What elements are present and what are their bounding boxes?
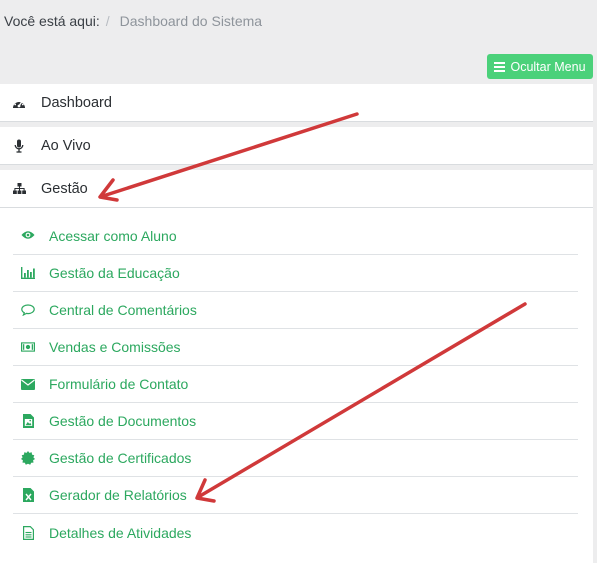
- submenu-item-label: Gestão de Certificados: [49, 450, 192, 466]
- submenu-item-gestao-de-certificados[interactable]: Gestão de Certificados: [13, 440, 578, 477]
- menu-item-dashboard[interactable]: Dashboard: [0, 84, 593, 122]
- money-icon: [21, 340, 35, 354]
- submenu-item-label: Formulário de Contato: [49, 376, 189, 392]
- submenu-item-vendas-e-comissoes[interactable]: Vendas e Comissões: [13, 329, 578, 366]
- hide-menu-button[interactable]: Ocultar Menu: [487, 54, 593, 79]
- submenu-item-gestao-da-educacao[interactable]: Gestão da Educação: [13, 255, 578, 292]
- submenu-item-formulario-de-contato[interactable]: Formulário de Contato: [13, 366, 578, 403]
- comment-icon: [21, 303, 35, 317]
- image-file-icon: [21, 414, 35, 428]
- certificate-icon: [21, 451, 35, 465]
- submenu-item-label: Vendas e Comissões: [49, 339, 181, 355]
- submenu-item-central-de-comentarios[interactable]: Central de Comentários: [13, 292, 578, 329]
- breadcrumb-separator: /: [105, 13, 110, 29]
- breadcrumb-prefix: Você está aqui:: [4, 13, 100, 29]
- dashboard-icon: [12, 96, 26, 110]
- sitemap-icon: [12, 182, 26, 196]
- menu-item-label: Dashboard: [41, 95, 112, 111]
- submenu-item-detalhes-de-atividades[interactable]: Detalhes de Atividades: [13, 514, 578, 551]
- submenu-item-label: Gerador de Relatórios: [49, 487, 187, 503]
- gestao-submenu: Acessar como Aluno Gestão da Educação Ce…: [13, 223, 578, 551]
- eye-icon: [21, 228, 35, 242]
- menu-item-ao-vivo[interactable]: Ao Vivo: [0, 127, 593, 165]
- submenu-item-label: Gestão de Documentos: [49, 413, 197, 429]
- text-file-icon: [21, 525, 35, 540]
- menu-item-gestao[interactable]: Gestão Acessar como Aluno Gestão da Educ…: [0, 170, 593, 563]
- submenu-item-label: Detalhes de Atividades: [49, 524, 192, 541]
- excel-file-icon: [21, 488, 35, 502]
- breadcrumb-current[interactable]: Dashboard do Sistema: [120, 13, 262, 29]
- submenu-item-acessar-como-aluno[interactable]: Acessar como Aluno: [13, 223, 578, 255]
- hide-menu-label: Ocultar Menu: [510, 59, 586, 74]
- submenu-item-label: Central de Comentários: [49, 302, 197, 318]
- submenu-item-label: Gestão da Educação: [49, 265, 180, 281]
- bars-icon: [494, 61, 506, 72]
- submenu-item-gestao-de-documentos[interactable]: Gestão de Documentos: [13, 403, 578, 440]
- breadcrumb: Você está aqui: / Dashboard do Sistema: [4, 13, 262, 29]
- bar-chart-icon: [21, 266, 35, 280]
- envelope-icon: [21, 377, 35, 391]
- menu-item-label: Gestão: [41, 180, 88, 197]
- submenu-item-gerador-de-relatorios[interactable]: Gerador de Relatórios: [13, 477, 578, 514]
- submenu-item-label: Acessar como Aluno: [49, 228, 177, 244]
- microphone-icon: [12, 139, 26, 153]
- menu-item-label: Ao Vivo: [41, 138, 91, 154]
